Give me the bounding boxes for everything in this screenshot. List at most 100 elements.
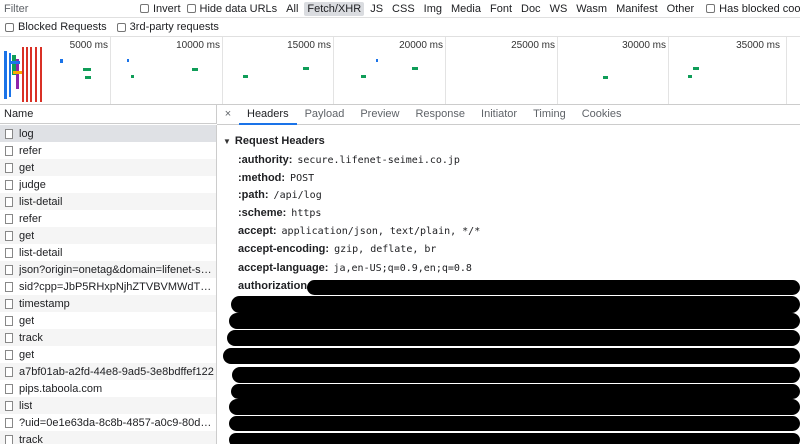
file-icon	[5, 298, 13, 309]
tick-label: 20000 ms	[399, 40, 443, 51]
redaction-mark	[229, 416, 800, 431]
file-icon	[5, 332, 13, 343]
redaction-mark	[232, 367, 800, 383]
tab-response[interactable]: Response	[407, 105, 473, 124]
header-value: https	[291, 207, 322, 219]
list-item[interactable]: pips.taboola.com	[0, 380, 216, 397]
redaction-mark	[227, 330, 800, 346]
list-item[interactable]: refer	[0, 210, 216, 227]
list-item[interactable]: judge	[0, 176, 216, 193]
type-filter-ws[interactable]: WS	[547, 2, 571, 16]
section-title: Request Headers	[234, 135, 325, 147]
type-filter-fetch-xhr[interactable]: Fetch/XHR	[304, 1, 365, 16]
type-filter-img[interactable]: Img	[421, 2, 445, 16]
tick-label: 35000 ms	[736, 40, 780, 51]
third-party-label: 3rd-party requests	[129, 21, 219, 33]
header-value: ja,en-US;q=0.9,en;q=0.8	[333, 262, 472, 274]
checkbox-icon	[186, 4, 196, 13]
list-item[interactable]: refer	[0, 142, 216, 159]
header-key: accept-encoding:	[238, 243, 330, 255]
name-column-header[interactable]: Name	[0, 105, 217, 124]
request-name: json?origin=onetag&domain=lifenet-seimei…	[19, 263, 216, 276]
tick-label: 15000 ms	[287, 40, 331, 51]
list-item[interactable]: track	[0, 329, 216, 346]
invert-checkbox[interactable]: Invert	[140, 3, 181, 15]
request-bar	[40, 47, 42, 102]
file-icon	[5, 162, 13, 173]
request-bar	[603, 76, 608, 79]
header-value: gzip, deflate, br	[334, 243, 437, 255]
file-icon	[5, 179, 13, 190]
tick-line	[110, 37, 111, 104]
list-item[interactable]: a7bf01ab-a2fd-44e8-9ad5-3e8bdffef122	[0, 363, 216, 380]
type-filter-js[interactable]: JS	[367, 2, 386, 16]
list-item[interactable]: list-detail	[0, 193, 216, 210]
request-headers-section-toggle[interactable]: ▼ Request Headers	[223, 135, 325, 147]
request-bar	[688, 75, 692, 78]
tab-initiator[interactable]: Initiator	[473, 105, 525, 124]
request-name: log	[19, 127, 34, 140]
tick-line	[333, 37, 334, 104]
type-filter-css[interactable]: CSS	[389, 2, 418, 16]
list-item[interactable]: timestamp	[0, 295, 216, 312]
request-bar	[26, 47, 28, 102]
list-item[interactable]: log	[0, 125, 216, 142]
list-item[interactable]: sid?cpp=JbP5RHxpNjhZTVBVMWdTWE	[0, 278, 216, 295]
list-item[interactable]: get	[0, 159, 216, 176]
list-item[interactable]: get	[0, 312, 216, 329]
request-bar	[13, 71, 22, 74]
tick-label: 5000 ms	[69, 40, 108, 51]
request-name: pips.taboola.com	[19, 382, 103, 395]
type-filter-other[interactable]: Other	[664, 2, 698, 16]
redaction-mark	[231, 296, 800, 313]
third-party-checkbox[interactable]: 3rd-party requests	[116, 21, 219, 33]
header-value: application/json, text/plain, */*	[281, 225, 481, 237]
type-filter-all[interactable]: All	[283, 2, 301, 16]
list-item[interactable]: ?uid=0e1e63da-8c8b-4857-a0c9-80d9f2e	[0, 414, 216, 431]
header-row: accept: application/json, text/plain, */…	[238, 223, 480, 239]
has-blocked-cookies-checkbox[interactable]: Has blocked cookies	[706, 3, 800, 15]
blocked-requests-checkbox[interactable]: Blocked Requests	[5, 21, 107, 33]
list-item[interactable]: json?origin=onetag&domain=lifenet-seimei…	[0, 261, 216, 278]
file-icon	[5, 383, 13, 394]
request-name: list	[19, 399, 33, 412]
tab-timing[interactable]: Timing	[525, 105, 574, 124]
tab-payload[interactable]: Payload	[297, 105, 353, 124]
list-item[interactable]: track	[0, 431, 216, 444]
type-filter-manifest[interactable]: Manifest	[613, 2, 661, 16]
list-item[interactable]: list-detail	[0, 244, 216, 261]
type-filter-wasm[interactable]: Wasm	[573, 2, 610, 16]
type-filter-doc[interactable]: Doc	[518, 2, 544, 16]
headers-panel: ▼ Request Headers :authority: secure.lif…	[217, 125, 800, 444]
type-filter-font[interactable]: Font	[487, 2, 515, 16]
list-item[interactable]: list	[0, 397, 216, 414]
list-item[interactable]: get	[0, 346, 216, 363]
request-name: ?uid=0e1e63da-8c8b-4857-a0c9-80d9f2e	[19, 416, 216, 429]
type-filter-media[interactable]: Media	[448, 2, 484, 16]
filter-toolbar: Invert Hide data URLs All Fetch/XHR JS C…	[0, 0, 800, 18]
list-item[interactable]: get	[0, 227, 216, 244]
header-row: :scheme: https	[238, 205, 321, 221]
close-icon[interactable]: ×	[217, 105, 239, 124]
tick-line	[445, 37, 446, 104]
file-icon	[5, 417, 13, 428]
timeline-overview[interactable]: 5000 ms 10000 ms 15000 ms 20000 ms 25000…	[0, 37, 800, 105]
redaction-mark	[229, 399, 800, 415]
request-bar	[9, 53, 11, 97]
tab-cookies[interactable]: Cookies	[574, 105, 630, 124]
tab-preview[interactable]: Preview	[352, 105, 407, 124]
checkbox-icon	[116, 22, 126, 32]
request-name: refer	[19, 144, 42, 157]
header-key: authorization:	[238, 280, 311, 292]
header-row: :authority: secure.lifenet-seimei.co.jp	[238, 152, 460, 168]
hide-data-urls-checkbox[interactable]: Hide data URLs	[186, 3, 277, 15]
tick-label: 10000 ms	[176, 40, 220, 51]
header-key: :method:	[238, 172, 286, 184]
tick-line	[557, 37, 558, 104]
request-list: log refer get judge list-detail refer ge…	[0, 125, 217, 444]
request-bar	[303, 67, 309, 70]
filter-input[interactable]	[0, 1, 140, 16]
tick-line	[222, 37, 223, 104]
file-icon	[5, 366, 13, 377]
tab-headers[interactable]: Headers	[239, 105, 297, 125]
